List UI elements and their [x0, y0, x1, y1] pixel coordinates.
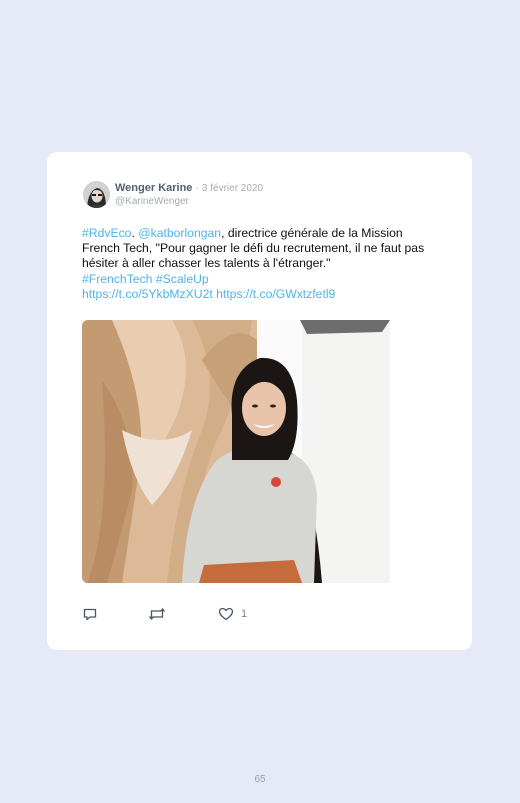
comment-icon	[82, 606, 98, 622]
author-name[interactable]: Wenger Karine	[115, 182, 192, 194]
retweet-icon	[148, 606, 166, 622]
heart-icon	[218, 606, 234, 622]
page-number: 65	[254, 774, 266, 785]
like-button[interactable]: 1	[218, 606, 247, 622]
author-line: Wenger Karine · 3 février 2020	[115, 182, 263, 194]
reply-button[interactable]	[82, 606, 98, 622]
retweet-button[interactable]	[148, 606, 166, 622]
url-link-1[interactable]: https://t.co/5YkbMzXU2t	[82, 287, 213, 301]
like-count: 1	[241, 608, 248, 620]
tweet-actions: 1	[82, 606, 442, 626]
mention-link[interactable]: @katborlongan	[138, 226, 221, 240]
date-separator: ·	[195, 183, 199, 194]
tweet-text: #RdvEco. @katborlongan, directrice génér…	[82, 226, 442, 302]
url-link-2[interactable]: https://t.co/GWxtzfetl9	[216, 287, 335, 301]
hashtag-frenchtech[interactable]: #FrenchTech	[82, 272, 152, 286]
hashtag-scaleup[interactable]: #ScaleUp	[156, 272, 209, 286]
avatar[interactable]	[83, 181, 110, 208]
tweet-card: Wenger Karine · 3 février 2020 @KarineWe…	[47, 152, 472, 650]
hashtag-rdveco[interactable]: #RdvEco	[82, 226, 131, 240]
author-handle[interactable]: @KarineWenger	[115, 196, 189, 207]
tweet-photo[interactable]	[82, 320, 390, 583]
tweet-date[interactable]: 3 février 2020	[202, 183, 263, 194]
